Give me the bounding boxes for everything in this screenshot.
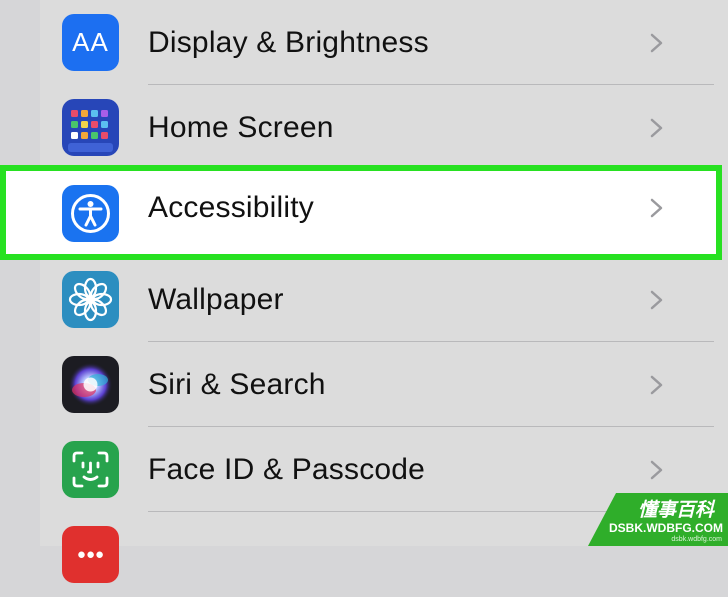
settings-row-label: Home Screen xyxy=(148,111,334,144)
home-screen-icon xyxy=(62,99,119,156)
settings-row-wallpaper[interactable]: Wallpaper xyxy=(40,257,728,342)
emergency-sos-icon: ●●● xyxy=(62,526,119,583)
wallpaper-icon xyxy=(62,271,119,328)
chevron-right-icon xyxy=(650,198,663,218)
watermark-small-url: dsbk.wdbfg.com xyxy=(671,536,722,543)
accessibility-icon xyxy=(62,185,119,242)
chevron-right-icon xyxy=(650,290,663,310)
settings-row-display-brightness[interactable]: AA Display & Brightness xyxy=(40,0,728,85)
settings-row-accessibility[interactable]: Accessibility xyxy=(40,171,728,256)
display-icon-text: AA xyxy=(72,27,109,57)
siri-orb-icon xyxy=(68,362,113,407)
home-screen-grid-icon xyxy=(68,110,113,152)
settings-row-label: Siri & Search xyxy=(148,368,326,401)
wallpaper-flower-icon xyxy=(68,277,113,322)
siri-icon xyxy=(62,356,119,413)
settings-row-label: Wallpaper xyxy=(148,283,284,316)
display-brightness-icon: AA xyxy=(62,14,119,71)
watermark-badge: 懂事百科 DSBK.WDBFG.COM dsbk.wdbfg.com xyxy=(588,493,728,546)
chevron-right-icon xyxy=(650,460,663,480)
chevron-right-icon xyxy=(650,33,663,53)
accessibility-figure-icon xyxy=(71,194,110,233)
face-id-icon xyxy=(62,441,119,498)
settings-row-label: Accessibility xyxy=(148,191,314,224)
settings-row-label: Face ID & Passcode xyxy=(148,453,426,486)
settings-row-siri-search[interactable]: Siri & Search xyxy=(40,342,728,427)
settings-row-label: Display & Brightness xyxy=(148,26,429,59)
settings-row-home-screen[interactable]: Home Screen xyxy=(40,85,728,170)
watermark-url: DSBK.WDBFG.COM xyxy=(609,521,723,535)
face-id-frame-icon xyxy=(72,451,109,488)
sos-icon-glyph: ●●● xyxy=(76,546,105,563)
watermark-title: 懂事百科 xyxy=(637,499,714,521)
chevron-right-icon xyxy=(650,375,663,395)
chevron-right-icon xyxy=(650,118,663,138)
